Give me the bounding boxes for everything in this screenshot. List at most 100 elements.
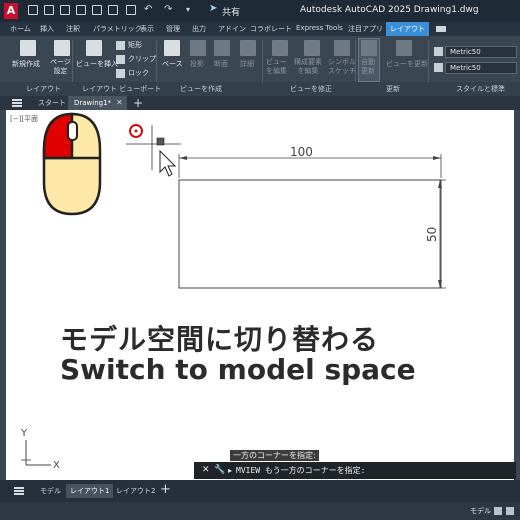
clip-button[interactable]: クリップ <box>116 54 156 64</box>
tab-layout1[interactable]: レイアウト1 <box>66 484 114 498</box>
model-space-button[interactable]: モデル <box>470 506 491 516</box>
tab-model[interactable]: モデル <box>36 484 65 498</box>
detail-view-button[interactable]: 詳細 <box>240 60 254 69</box>
ucs-x-label: X <box>53 460 60 471</box>
dim-arrow-right <box>433 156 441 160</box>
lock-button[interactable]: ロック <box>116 68 149 78</box>
tab-output[interactable]: 出力 <box>192 24 206 34</box>
panel-label-create-view: ビューを作成 <box>180 85 222 93</box>
open-file-icon[interactable] <box>44 5 54 15</box>
clip-label: クリップ <box>128 55 156 63</box>
customize-icon[interactable] <box>506 507 514 515</box>
ribbon-toggle-icon[interactable] <box>436 26 446 32</box>
tab-annotate[interactable]: 注釈 <box>66 24 80 34</box>
base-view-button[interactable]: ベース <box>162 60 183 69</box>
print-icon[interactable] <box>126 5 136 15</box>
new-file-icon[interactable] <box>28 5 38 15</box>
dim-text-vertical[interactable]: 50 <box>425 227 439 242</box>
dim-style-icon <box>434 47 443 56</box>
tab-home[interactable]: ホーム <box>10 24 31 34</box>
document-tab-bar: スタート Drawing1* ✕ + <box>0 96 520 110</box>
rect-viewport-button[interactable]: 矩形 <box>116 40 142 50</box>
edit-components-button[interactable]: 構成要素 を編集 <box>294 58 322 76</box>
share-icon[interactable]: ➤ <box>209 4 219 14</box>
new-layout-icon <box>20 40 36 56</box>
tab-layout2[interactable]: レイアウト2 <box>112 484 159 498</box>
tab-view[interactable]: 表示 <box>140 24 154 34</box>
mouse-pointer-icon <box>159 149 177 177</box>
layout-menu-icon[interactable] <box>14 487 24 495</box>
panel-label-update: 更新 <box>386 85 400 93</box>
dimension-style-select[interactable]: Metric50 <box>445 46 517 58</box>
text-style-select[interactable]: Metric50 <box>445 62 517 74</box>
right-border <box>514 110 520 480</box>
drawing-canvas[interactable]: [−][平面 100 50 Y X <box>6 110 514 480</box>
symbol-sketch-icon <box>334 40 350 56</box>
update-view-icon <box>396 40 412 56</box>
tab-layout[interactable]: レイアウト <box>386 22 429 36</box>
mouse-left-click-icon <box>42 112 102 216</box>
save-as-icon[interactable] <box>76 5 86 15</box>
grid-icon[interactable] <box>494 507 502 515</box>
clip-icon <box>116 54 125 64</box>
redo-icon[interactable]: ↷ <box>164 5 174 15</box>
lock-icon <box>116 68 125 78</box>
edit-view-icon <box>272 40 288 56</box>
page-setup-button[interactable]: ページ 設定 <box>50 58 71 76</box>
base-view-icon <box>164 40 180 56</box>
update-view-button[interactable]: ビューを更新 <box>386 60 428 69</box>
title-bar: A ↶ ↷ ▾ ➤ 共有 Autodesk AutoCAD 2025 Drawi… <box>0 0 520 22</box>
dim-text-horizontal[interactable]: 100 <box>290 145 313 159</box>
symbol-sketch-button[interactable]: シンボル スケッチ <box>328 58 356 76</box>
autocad-logo-icon[interactable]: A <box>4 3 18 19</box>
tab-addins[interactable]: アドイン <box>218 24 246 34</box>
cloud-icon[interactable] <box>108 5 118 15</box>
tab-start[interactable]: スタート <box>32 96 72 110</box>
rectangle-icon <box>116 40 125 50</box>
tab-insert[interactable]: 挿入 <box>40 24 54 34</box>
projected-view-icon <box>190 40 206 56</box>
hamburger-menu-icon[interactable] <box>12 99 22 107</box>
rect-label: 矩形 <box>128 41 142 49</box>
customize-dropdown-icon[interactable]: ▾ <box>186 5 196 15</box>
section-view-icon <box>214 40 230 56</box>
tab-express-tools[interactable]: Express Tools <box>296 24 343 32</box>
caption-japanese: モデル空間に切り替わる <box>60 323 380 356</box>
share-button[interactable]: 共有 <box>222 5 240 18</box>
add-layout-icon[interactable]: + <box>160 482 171 497</box>
undo-icon[interactable]: ↶ <box>144 5 154 15</box>
status-bar: モデル <box>0 502 520 520</box>
projected-view-button[interactable]: 投影 <box>190 60 204 69</box>
caption-english: Switch to model space <box>60 353 416 386</box>
section-view-button[interactable]: 断面 <box>214 60 228 69</box>
dim-arrow-left <box>179 156 187 160</box>
tab-parametric[interactable]: パラメトリック <box>93 24 142 34</box>
tab-featured-apps[interactable]: 注目アプリ <box>348 24 383 34</box>
ribbon-panel-labels: レイアウト レイアウト ビューポート ビューを作成 ビューを修正 更新 スタイル… <box>0 82 520 96</box>
web-save-icon[interactable] <box>92 5 102 15</box>
auto-update-button[interactable]: 自動 更新 <box>361 58 375 76</box>
edit-components-icon <box>304 40 320 56</box>
wrench-icon[interactable]: 🔧 <box>214 462 225 479</box>
save-icon[interactable] <box>60 5 70 15</box>
new-layout-button[interactable]: 新規作成 <box>12 60 40 69</box>
panel-label-styles: スタイルと標準 <box>456 85 505 93</box>
lock-label: ロック <box>128 69 149 77</box>
layout-tab-bar: モデル レイアウト1 レイアウト2 + <box>0 480 520 502</box>
auto-update-icon <box>361 40 377 56</box>
command-input[interactable] <box>236 463 512 478</box>
insert-view-button[interactable]: ビューを挿入 <box>76 60 118 69</box>
tab-manage[interactable]: 管理 <box>166 24 180 34</box>
edit-view-button[interactable]: ビュー を編集 <box>266 58 287 76</box>
close-tab-icon[interactable]: ✕ <box>116 96 123 110</box>
tab-collaborate[interactable]: コラボレート <box>250 24 292 34</box>
command-prompt-icon: ▸ <box>228 466 233 475</box>
rectangle-shape[interactable] <box>178 179 442 289</box>
new-tab-icon[interactable]: + <box>133 96 143 110</box>
pickbox-icon <box>156 137 165 146</box>
ribbon-tab-bar: ホーム 挿入 注釈 パラメトリック 表示 管理 出力 アドイン コラボレート E… <box>0 22 520 36</box>
ucs-y-label: Y <box>20 428 28 439</box>
command-history: 一方のコーナーを指定: <box>230 450 319 461</box>
close-icon[interactable]: ✕ <box>202 462 210 479</box>
red-circle-center <box>134 129 138 133</box>
